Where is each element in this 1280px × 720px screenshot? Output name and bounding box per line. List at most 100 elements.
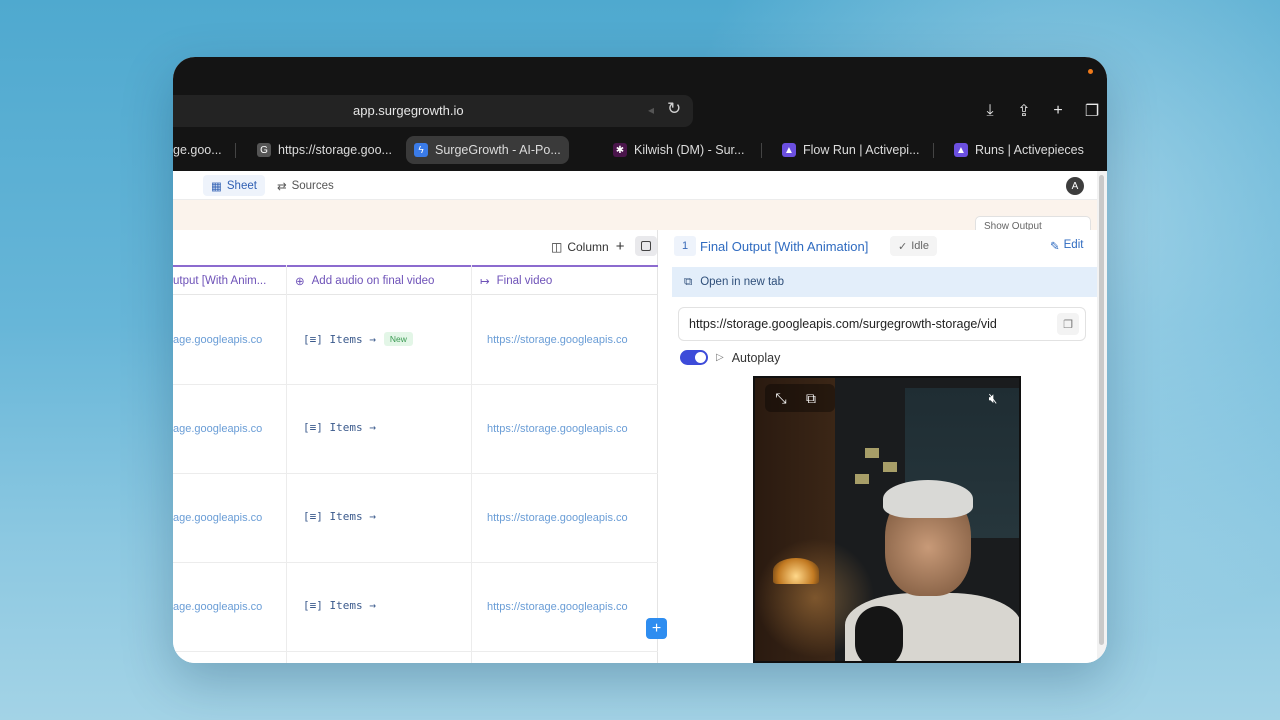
table-row[interactable]: age.googleapis.co [≡] Items → https://st… [173,563,658,652]
video-frame-note [865,448,879,458]
mute-icon[interactable]: 🔇︎ [981,386,1005,410]
video-frame-person-hair [883,480,973,518]
table-row[interactable]: age.googleapis.co [≡] Items → https://st… [173,474,658,563]
storage-favicon-icon: G [257,143,271,157]
open-in-new-tab-label: Open in new tab [700,276,784,288]
add-row-button[interactable]: + [646,618,667,639]
detail-header: 1 Final Output [With Animation] ✓ Idle ✎… [668,230,1097,264]
new-badge: New [383,332,413,346]
tab-flow-run[interactable]: ▲ Flow Run | Activepi... [782,136,920,164]
column-header-output[interactable]: utput [With Anim... [173,267,285,295]
browser-chrome: app.surgegrowth.io ◂ ↻ ⤓ ⇪ + ❐ ge.goo...… [173,57,1107,171]
items-label: [≡] Items → [303,421,376,434]
edit-button[interactable]: ✎ Edit [1050,239,1083,253]
download-icon[interactable]: ⤓ [979,100,1001,122]
check-icon: ✓ [898,240,908,253]
cell-link[interactable]: age.googleapis.co [173,334,273,346]
column-header-final-video[interactable]: ↦ Final video [480,267,650,295]
add-column-button[interactable]: ◫ Column + [551,238,624,255]
cell-link[interactable]: https://storage.googleapis.co [487,512,645,524]
view-switcher: ▦ Sheet ⇄ Sources [203,175,342,196]
open-in-new-tab-button[interactable]: ⧉ Open in new tab [672,267,1097,297]
globe-icon: ⊕ [295,276,305,288]
avatar[interactable]: A [1066,177,1084,195]
app-topbar: ▦ Sheet ⇄ Sources A [173,171,1107,200]
tab-overview-icon[interactable]: ❐ [1081,100,1103,122]
notice-banner: Show Output [173,200,1097,236]
tab-label: SurgeGrowth - AI-Po... [435,143,561,157]
tab-separator [933,143,934,158]
url-field[interactable]: https://storage.googleapis.com/surgegrow… [678,307,1086,341]
surgegrowth-favicon-icon: ϟ [414,143,428,157]
edit-label: Edit [1063,239,1084,251]
fullscreen-icon[interactable]: ⤡ [769,386,793,410]
items-label: [≡] Items → [303,332,376,346]
stop-icon[interactable]: ◂ [648,103,654,117]
new-tab-icon[interactable]: + [1047,100,1069,122]
share-icon[interactable]: ⇪ [1013,100,1035,122]
arrow-right-bar-icon: ↦ [480,276,490,288]
video-frame-note [855,474,869,484]
address-bar[interactable]: app.surgegrowth.io ◂ ↻ [173,95,693,127]
video-frame-lamp [773,558,819,584]
sources-icon: ⇄ [276,180,287,193]
column-header-add-audio[interactable]: ⊕ Add audio on final video [295,267,465,295]
table-row[interactable]: age.googleapis.co [≡] Items → New https:… [173,296,658,385]
app-content: ▦ Sheet ⇄ Sources A Show Output ◫ Column [173,171,1107,663]
tab-separator [761,143,762,158]
tab-sources[interactable]: ⇄ Sources [269,175,342,196]
items-label: [≡] Items → [303,510,376,523]
picture-in-picture-icon[interactable]: ⧉ [799,386,823,410]
play-icon: ▷ [716,352,724,363]
tab-slack[interactable]: ✱ Kilwish (DM) - Sur... [613,136,744,164]
status-badge: ✓ Idle [890,236,937,256]
activepieces-favicon-icon: ▲ [954,143,968,157]
video-frame-microphone [855,606,903,661]
cell-link[interactable]: https://storage.googleapis.co [487,334,645,346]
tab-runs[interactable]: ▲ Runs | Activepieces [954,136,1084,164]
page-scrollbar[interactable] [1097,171,1107,663]
video-player[interactable]: ⤡ ⧉ 🔇︎ [753,376,1021,663]
autoplay-label: Autoplay [731,350,781,365]
scrollbar-thumb[interactable] [1099,175,1104,645]
cell-link[interactable]: age.googleapis.co [173,512,273,524]
tab-label: Flow Run | Activepi... [803,143,920,157]
video-frame-note [883,462,897,472]
recording-indicator [1088,69,1093,74]
browser-window: app.surgegrowth.io ◂ ↻ ⤓ ⇪ + ❐ ge.goo...… [173,57,1107,663]
tab-storage-2[interactable]: G https://storage.goo... [257,136,392,164]
detail-title: Final Output [With Animation] [700,239,869,254]
items-cell[interactable]: [≡] Items → [303,421,376,434]
tab-label: Runs | Activepieces [975,143,1084,157]
sidebar-panel-icon [641,241,651,251]
tab-sheet[interactable]: ▦ Sheet [203,175,265,196]
tab-sheet-label: Sheet [226,179,257,192]
url-value[interactable]: https://storage.googleapis.com/surgegrow… [689,317,997,331]
activepieces-favicon-icon: ▲ [782,143,796,157]
status-label: Idle [911,240,929,252]
items-cell[interactable]: [≡] Items → [303,599,376,612]
cell-link[interactable]: age.googleapis.co [173,423,273,435]
table-row[interactable]: age.googleapis.co [≡] Items → https://st… [173,385,658,474]
tab-surgegrowth[interactable]: ϟ SurgeGrowth - AI-Po... [406,136,569,164]
cell-link[interactable]: https://storage.googleapis.co [487,601,645,613]
slack-favicon-icon: ✱ [613,143,627,157]
external-link-icon: ⧉ [684,275,693,288]
autoplay-toggle[interactable] [680,350,708,365]
sheet-grid: ◫ Column + utput [With Anim... ⊕ Add aud… [173,230,658,663]
toggle-panel-button[interactable] [635,236,657,256]
table-icon: ▦ [211,180,222,193]
copy-icon[interactable]: ❐ [1057,313,1079,335]
items-cell[interactable]: [≡] Items → [303,510,376,523]
toolbar-actions: ⤓ ⇪ + ❐ [967,95,1107,127]
address-text[interactable]: app.surgegrowth.io [353,103,464,118]
reload-icon[interactable]: ↻ [667,99,681,119]
items-cell[interactable]: [≡] Items → New [303,332,413,346]
column-header-label: utput [With Anim... [173,275,267,287]
plus-icon: + [615,238,625,255]
sheet-toolbar: ◫ Column + [173,230,658,264]
column-header-label: Add audio on final video [311,275,435,287]
cell-link[interactable]: age.googleapis.co [173,601,273,613]
cell-link[interactable]: https://storage.googleapis.co [487,423,645,435]
tab-storage-1[interactable]: ge.goo... [173,136,222,164]
